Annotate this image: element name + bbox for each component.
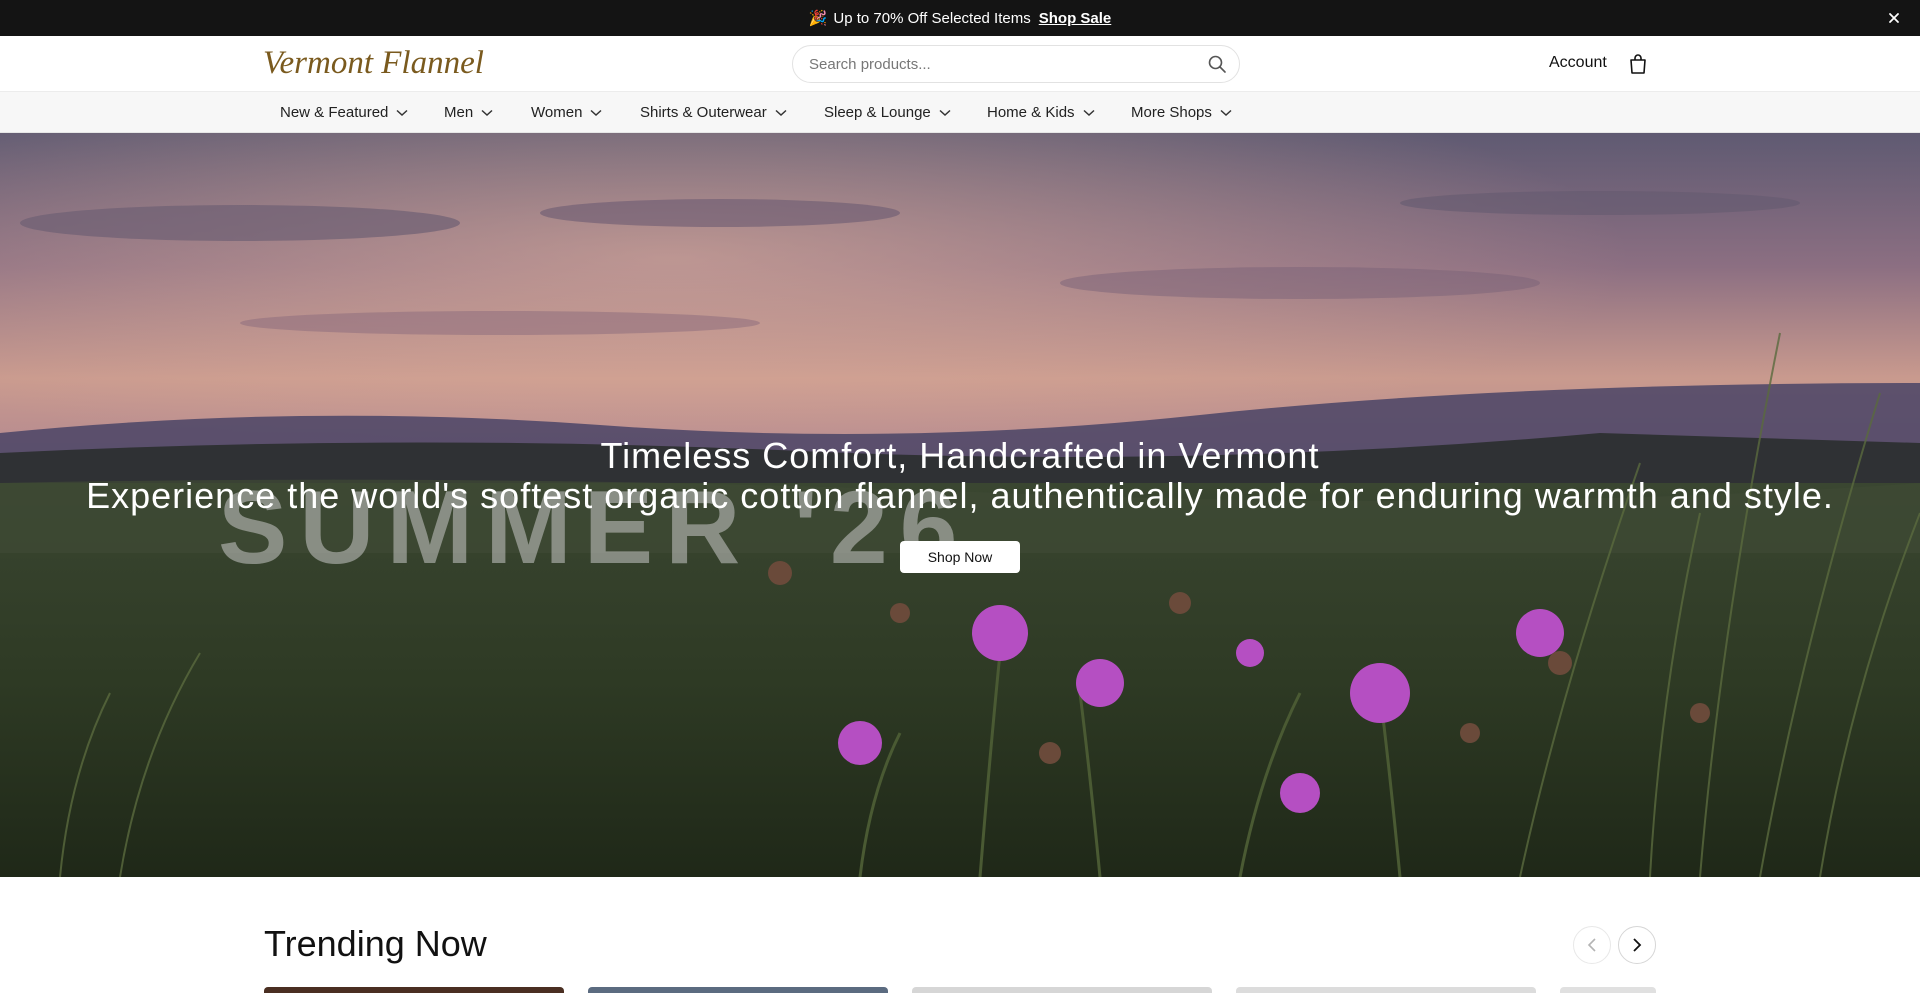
nav-item-label: More Shops — [1131, 104, 1212, 121]
main-nav: New & Featured Men Women Shirts & Outerw… — [0, 92, 1920, 133]
carousel-next-button[interactable] — [1618, 926, 1656, 964]
nav-item-more-shops[interactable]: More Shops — [1131, 92, 1232, 133]
search-box — [792, 45, 1240, 83]
carousel-prev-button[interactable] — [1573, 926, 1611, 964]
nav-item-label: Men — [444, 104, 474, 121]
hero-banner: SUMMER '26 Timeless Comfort, Handcrafted… — [0, 133, 1920, 877]
chevron-down-icon — [775, 109, 787, 116]
product-card[interactable] — [912, 987, 1212, 993]
shopping-bag-icon[interactable] — [1628, 53, 1648, 75]
nav-item-sleep-lounge[interactable]: Sleep & Lounge — [824, 92, 951, 133]
nav-item-new-featured[interactable]: New & Featured — [280, 92, 408, 133]
shop-sale-link[interactable]: Shop Sale — [1039, 10, 1112, 27]
nav-item-label: Shirts & Outerwear — [640, 104, 767, 121]
chevron-down-icon — [396, 109, 408, 116]
chevron-down-icon — [590, 109, 602, 116]
search-icon[interactable] — [1207, 54, 1227, 74]
product-card[interactable] — [264, 987, 564, 993]
svg-text:Vermont Flannel: Vermont Flannel — [263, 45, 484, 81]
search-input[interactable] — [809, 46, 1189, 82]
product-card[interactable] — [1560, 987, 1656, 993]
nav-item-label: Home & Kids — [987, 104, 1075, 121]
product-card[interactable] — [588, 987, 888, 993]
trending-title: Trending Now — [264, 923, 487, 964]
chevron-down-icon — [481, 109, 493, 116]
chevron-right-icon — [1633, 938, 1642, 952]
hero-title: Timeless Comfort, Handcrafted in Vermont — [600, 435, 1320, 476]
chevron-down-icon — [939, 109, 951, 116]
nav-item-home-kids[interactable]: Home & Kids — [987, 92, 1095, 133]
nav-item-men[interactable]: Men — [444, 92, 493, 133]
announcement-message: Up to 70% Off Selected Items — [833, 9, 1031, 27]
announcement-bar: 🎉 Up to 70% Off Selected Items Shop Sale — [0, 0, 1920, 36]
chevron-down-icon — [1220, 109, 1232, 116]
nav-item-shirts-outerwear[interactable]: Shirts & Outerwear — [640, 92, 787, 133]
party-popper-icon: 🎉 — [808, 10, 828, 27]
nav-item-women[interactable]: Women — [531, 92, 602, 133]
nav-item-label: New & Featured — [280, 104, 389, 121]
chevron-down-icon — [1083, 109, 1095, 116]
close-icon[interactable] — [1884, 8, 1904, 28]
shop-now-button[interactable]: Shop Now — [900, 541, 1020, 573]
nav-item-label: Women — [531, 104, 583, 121]
hero-subtitle: Experience the world's softest organic c… — [86, 475, 1834, 516]
chevron-left-icon — [1587, 938, 1596, 952]
product-card[interactable] — [1236, 987, 1536, 993]
site-header: Vermont Flannel Account — [0, 36, 1920, 92]
brand-logo[interactable]: Vermont Flannel — [263, 43, 485, 83]
account-link[interactable]: Account — [1549, 54, 1607, 72]
nav-item-label: Sleep & Lounge — [824, 104, 931, 121]
